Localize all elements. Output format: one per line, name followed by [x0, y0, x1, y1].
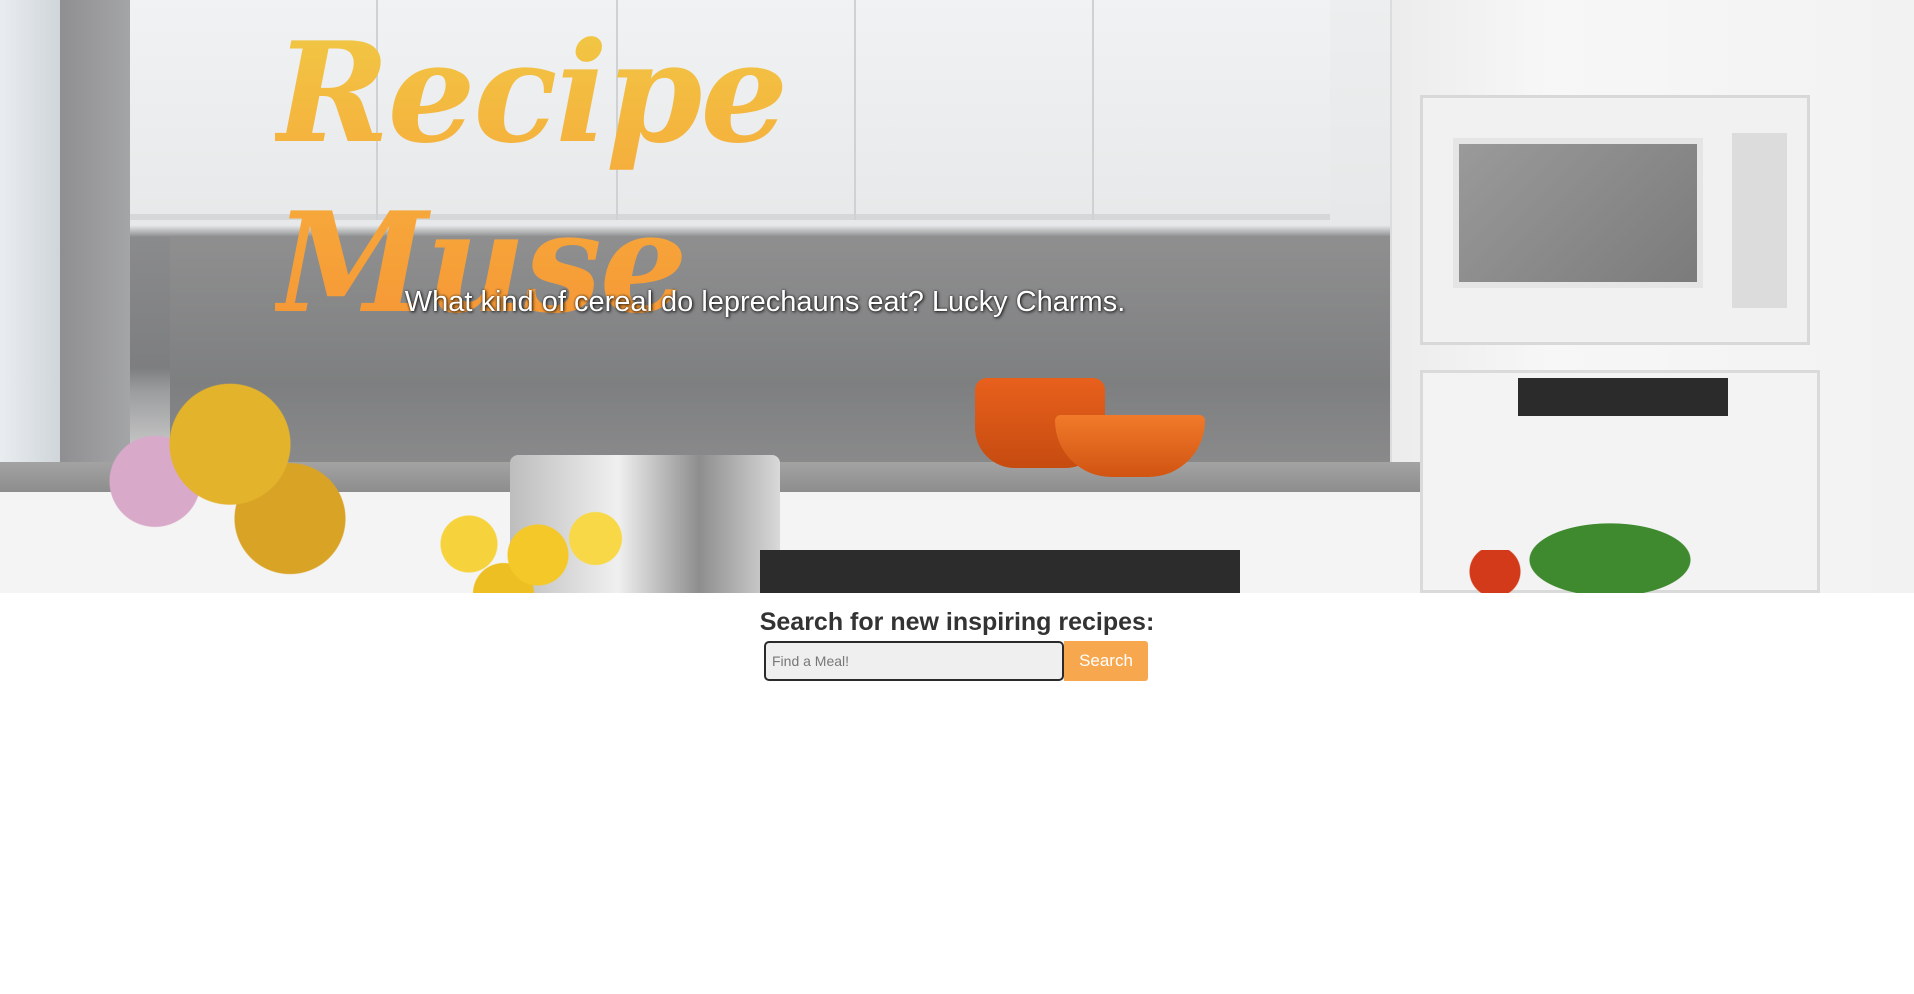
hero-joke-text: What kind of cereal do leprechauns eat? … — [404, 286, 1126, 318]
search-input[interactable] — [764, 641, 1064, 681]
search-button[interactable]: Search — [1064, 641, 1148, 681]
hero-banner: Recipe Muse What kind of cereal do lepre… — [0, 0, 1914, 593]
search-section: Search for new inspiring recipes: Search — [0, 593, 1914, 681]
search-heading: Search for new inspiring recipes: — [759, 608, 1155, 636]
search-form: Search — [764, 641, 1148, 681]
